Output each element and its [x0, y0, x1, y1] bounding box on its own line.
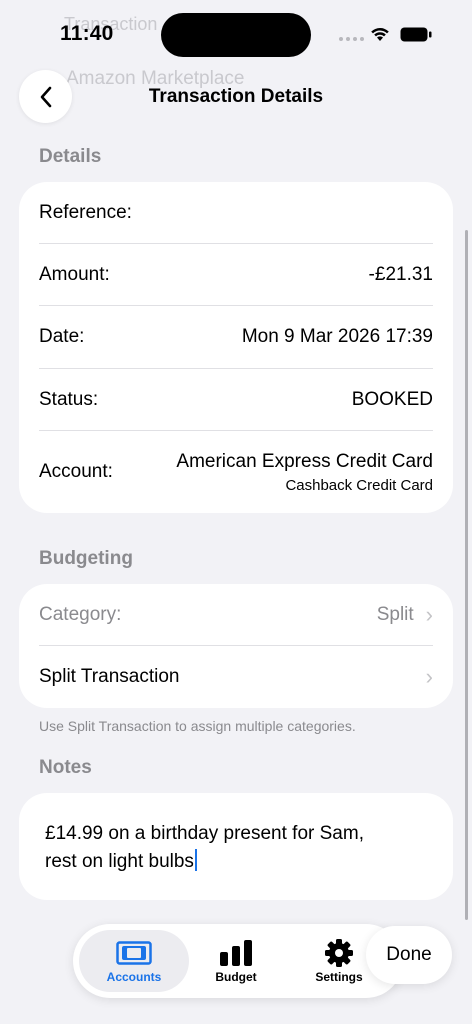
split-transaction-row[interactable]: Split Transaction › [39, 646, 433, 708]
status-label: Status: [39, 389, 99, 410]
split-transaction-label: Split Transaction [39, 666, 180, 687]
account-label: Account: [39, 461, 113, 482]
dynamic-island [161, 13, 311, 57]
status-row: Status: BOOKED [39, 369, 433, 431]
tab-bar: Accounts Budget Settings [73, 924, 403, 998]
wifi-icon [371, 28, 389, 41]
done-button[interactable]: Done [366, 926, 452, 984]
bar-chart-icon [220, 940, 252, 966]
card-icon [116, 941, 152, 965]
tab-budget[interactable]: Budget [181, 930, 291, 992]
budgeting-footnote: Use Split Transaction to assign multiple… [39, 718, 356, 734]
date-value: Mon 9 Mar 2026 17:39 [241, 326, 433, 347]
tab-settings-label: Settings [315, 970, 363, 984]
date-label: Date: [39, 326, 85, 347]
account-value-group: American Express Credit Card Cashback Cr… [176, 451, 433, 494]
category-value: Split [376, 604, 414, 625]
tab-accounts-label: Accounts [106, 970, 162, 984]
amount-label: Amount: [39, 264, 110, 285]
budgeting-section-header: Budgeting [39, 548, 133, 569]
details-section-header: Details [39, 146, 102, 167]
amount-row: Amount: -£21.31 [39, 244, 433, 306]
category-label: Category: [39, 604, 122, 625]
battery-icon [400, 27, 432, 42]
notes-text[interactable]: £14.99 on a birthday present for Sam, re… [45, 820, 425, 876]
page-title: Transaction Details [148, 86, 324, 107]
text-cursor [194, 849, 197, 871]
account-row: Account: American Express Credit Card Ca… [39, 431, 433, 513]
notes-section-header: Notes [39, 757, 92, 778]
date-row: Date: Mon 9 Mar 2026 17:39 [39, 306, 433, 368]
tab-accounts[interactable]: Accounts [79, 930, 189, 992]
reference-label: Reference: [39, 202, 132, 223]
notes-line-2: rest on light bulbs [45, 851, 194, 872]
status-time: 11:40 [60, 22, 114, 45]
chevron-right-icon: › [425, 664, 433, 689]
scrollbar[interactable] [465, 230, 468, 920]
account-type: Cashback Credit Card [285, 476, 433, 494]
reference-row[interactable]: Reference: [39, 182, 433, 244]
status-value: BOOKED [351, 389, 433, 410]
amount-value: -£21.31 [368, 264, 433, 285]
category-row[interactable]: Category: Split › [39, 584, 433, 646]
gear-icon [325, 939, 353, 967]
chevron-right-icon: › [425, 602, 433, 627]
notes-line-1: £14.99 on a birthday present for Sam, [45, 823, 364, 844]
details-card: Reference: Amount: -£21.31 Date: Mon 9 M… [19, 182, 453, 513]
account-name: American Express Credit Card [176, 450, 433, 472]
status-bar: 11:40 [0, 0, 472, 62]
tab-budget-label: Budget [215, 970, 257, 984]
budgeting-card: Category: Split › Split Transaction › [19, 584, 453, 708]
cellular-signal-icon [339, 37, 364, 41]
